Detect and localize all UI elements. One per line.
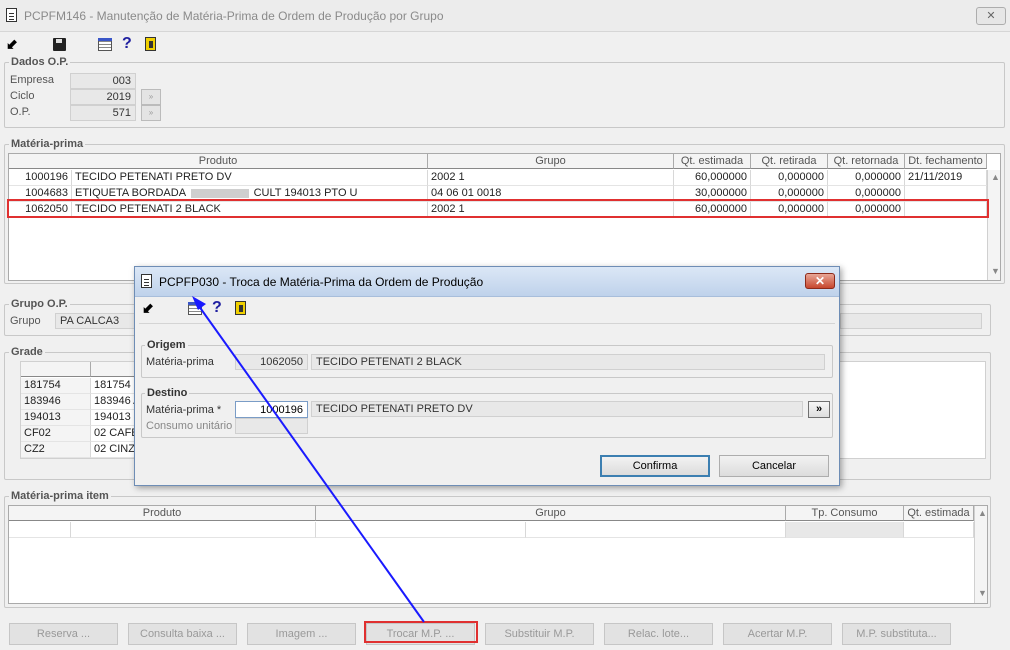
col-dt-fechamento[interactable]: Dt. fechamento: [905, 154, 987, 169]
scroll-up-icon[interactable]: ▲: [991, 172, 1000, 182]
origem-mp-desc: TECIDO PETENATI 2 BLACK: [311, 354, 825, 370]
origem-mp-codigo: 1062050: [235, 354, 308, 370]
item-table-scrollbar[interactable]: ▲ ▼: [974, 506, 987, 603]
toolbar-separator: [139, 323, 835, 324]
document-icon: [141, 274, 152, 288]
trocar-mp-highlight: [364, 621, 478, 643]
ciclo-lookup-button[interactable]: »: [141, 89, 161, 105]
window-title: PCPFM146 - Manutenção de Matéria-Prima d…: [24, 9, 444, 23]
table-row[interactable]: [9, 522, 71, 538]
table-row-produto-text: ETIQUETA BORDADA: [75, 187, 186, 199]
table-row-produto-suffix: CULT 194013 PTO U: [253, 187, 358, 199]
table-row[interactable]: [786, 522, 904, 538]
acertar-mp-button[interactable]: Acertar M.P.: [723, 623, 832, 645]
exit-arrow-icon[interactable]: ⬋: [6, 36, 18, 52]
exit-arrow-icon[interactable]: ⬋: [142, 300, 154, 316]
grade-row-codigo[interactable]: CZ2: [21, 442, 91, 458]
destino-mp-desc: TECIDO PETENATI PRETO DV: [311, 401, 803, 417]
window-close-button[interactable]: ✕: [976, 7, 1006, 25]
col-qt-estimada[interactable]: Qt. estimada: [674, 154, 751, 169]
table-row-produto[interactable]: TECIDO PETENATI PRETO DV: [72, 170, 428, 186]
table-row-grupo[interactable]: 2002 1: [428, 170, 674, 186]
help-icon[interactable]: ?: [122, 36, 132, 52]
consulta-baixa-button[interactable]: Consulta baixa ...: [128, 623, 237, 645]
ciclo-field: 2019: [70, 89, 136, 105]
table-row-dt-fechamento[interactable]: 21/11/2019: [905, 170, 987, 186]
reserva-button[interactable]: Reserva ...: [9, 623, 118, 645]
grid-icon[interactable]: [98, 38, 112, 51]
origem-legend: Origem: [145, 339, 188, 351]
table-scrollbar[interactable]: ▲ ▼: [987, 170, 1000, 280]
col-grupo[interactable]: Grupo: [428, 154, 674, 169]
substituir-mp-button[interactable]: Substituir M.P.: [485, 623, 594, 645]
op-lookup-button[interactable]: »: [141, 105, 161, 121]
help-icon[interactable]: ?: [212, 300, 222, 316]
exit-door-icon[interactable]: [145, 37, 156, 51]
cancelar-button[interactable]: Cancelar: [719, 455, 829, 477]
mp-item-table: Produto Grupo Tp. Consumo Qt. estimada ▲…: [8, 505, 988, 604]
empresa-field: 003: [70, 73, 136, 89]
table-row-codigo[interactable]: 1000196: [9, 170, 72, 186]
table-row-qt-estimada[interactable]: 60,000000: [674, 170, 751, 186]
exit-door-icon[interactable]: [235, 301, 246, 315]
document-icon: [6, 8, 17, 22]
grade-row-codigo[interactable]: 181754: [21, 378, 91, 394]
scroll-down-icon[interactable]: ▼: [991, 266, 1000, 276]
scroll-up-icon[interactable]: ▲: [978, 508, 987, 518]
op-field: 571: [70, 105, 136, 121]
destino-mp-input[interactable]: 1000196: [235, 401, 308, 418]
grupo-label: Grupo: [10, 315, 41, 327]
origem-mp-label: Matéria-prima: [146, 356, 214, 368]
dados-op-legend: Dados O.P.: [9, 56, 71, 68]
mp-item-legend: Matéria-prima item: [9, 490, 111, 502]
selected-row-highlight: [7, 199, 989, 218]
destino-legend: Destino: [145, 387, 190, 399]
save-icon[interactable]: [53, 38, 66, 51]
troca-mp-dialog: PCPFP030 - Troca de Matéria-Prima da Ord…: [134, 266, 840, 486]
dialog-title: PCPFP030 - Troca de Matéria-Prima da Ord…: [159, 275, 484, 289]
consumo-unitario-field: [235, 418, 308, 434]
scroll-down-icon[interactable]: ▼: [978, 588, 987, 598]
op-label: O.P.: [10, 106, 31, 118]
col-item-produto[interactable]: Produto: [9, 506, 316, 521]
grade-row-codigo[interactable]: 183946: [21, 394, 91, 410]
window-titlebar: PCPFM146 - Manutenção de Matéria-Prima d…: [0, 0, 1010, 32]
grade-row-codigo[interactable]: CF02: [21, 426, 91, 442]
relac-lote-button[interactable]: Relac. lote...: [604, 623, 713, 645]
col-item-grupo[interactable]: Grupo: [316, 506, 786, 521]
confirma-button[interactable]: Confirma: [600, 455, 710, 477]
dialog-close-button[interactable]: ✕: [805, 273, 835, 289]
col-produto[interactable]: Produto: [9, 154, 428, 169]
table-row-qt-retirada[interactable]: 0,000000: [751, 170, 828, 186]
col-item-qt-estimada[interactable]: Qt. estimada: [904, 506, 974, 521]
destino-mp-label: Matéria-prima *: [146, 404, 222, 416]
table-row[interactable]: [526, 522, 786, 538]
table-row[interactable]: [71, 522, 316, 538]
col-qt-retirada[interactable]: Qt. retirada: [751, 154, 828, 169]
table-row[interactable]: [316, 522, 526, 538]
materia-prima-legend: Matéria-prima: [9, 138, 86, 150]
col-grade-codigo[interactable]: [21, 362, 91, 377]
table-row-qt-retornada[interactable]: 0,000000: [828, 170, 905, 186]
col-item-tp-consumo[interactable]: Tp. Consumo: [786, 506, 904, 521]
grade-legend: Grade: [9, 346, 45, 358]
col-qt-retornada[interactable]: Qt. retornada: [828, 154, 905, 169]
empresa-label: Empresa: [10, 74, 55, 86]
grid-icon[interactable]: [188, 302, 202, 315]
destino-lookup-button[interactable]: »: [808, 401, 830, 418]
consumo-unitario-label: Consumo unitário: [146, 420, 233, 432]
blurred-text: [190, 188, 249, 198]
grupo-desc-field: [840, 313, 982, 329]
ciclo-label: Ciclo: [10, 90, 35, 102]
table-row[interactable]: [904, 522, 974, 538]
grupo-op-legend: Grupo O.P.: [9, 298, 70, 310]
imagem-button[interactable]: Imagem ...: [247, 623, 356, 645]
mp-substituta-button[interactable]: M.P. substituta...: [842, 623, 951, 645]
dialog-titlebar: PCPFP030 - Troca de Matéria-Prima da Ord…: [135, 267, 839, 297]
grade-row-codigo[interactable]: 194013: [21, 410, 91, 426]
